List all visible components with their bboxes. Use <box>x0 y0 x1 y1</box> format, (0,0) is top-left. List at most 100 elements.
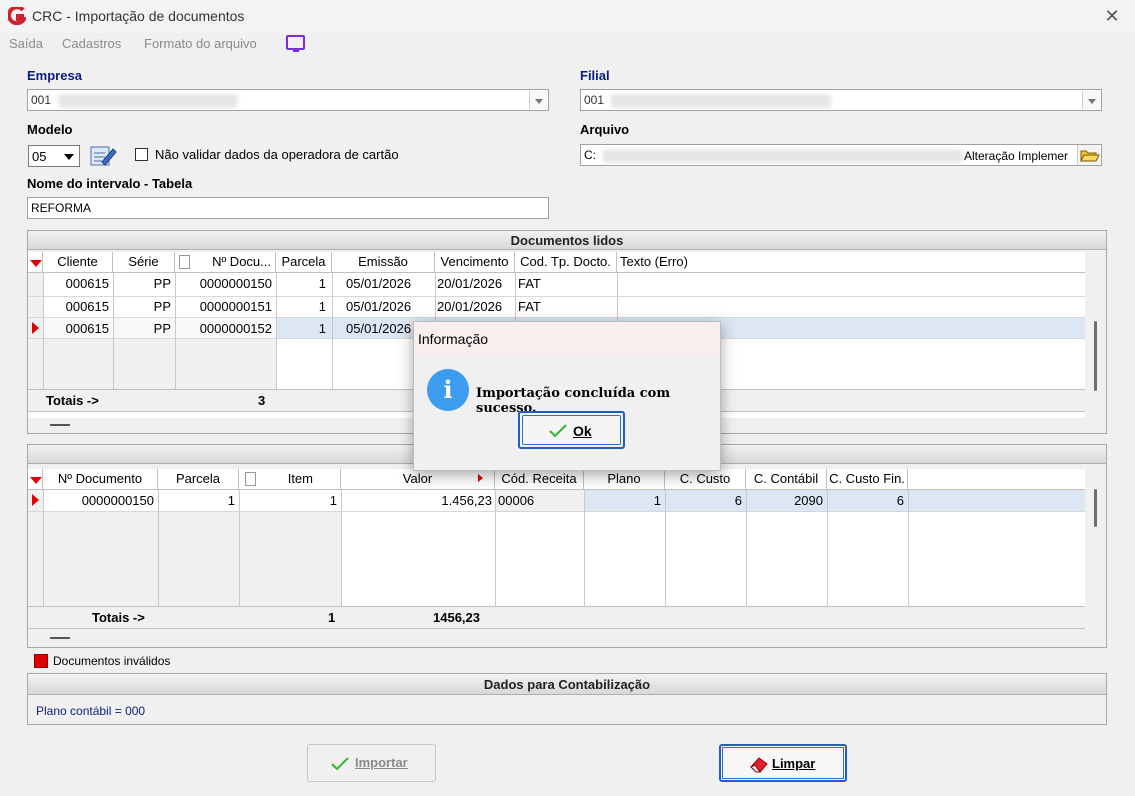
vertical-scrollbar[interactable] <box>1094 489 1097 527</box>
cell-cod-receita[interactable]: 00006 <box>498 493 582 508</box>
totals-count: 1 <box>328 610 336 625</box>
menu-cadastros[interactable]: Cadastros <box>62 36 121 51</box>
app-logo-icon <box>6 5 28 26</box>
cell-cod-tp-docto[interactable]: FAT <box>518 276 614 291</box>
filial-value: 001 <box>584 93 605 107</box>
col-c-contabil[interactable]: C. Contábil <box>746 469 827 490</box>
totals-value: 1456,23 <box>433 610 480 625</box>
cell-cliente[interactable]: 000615 <box>43 276 109 291</box>
document-icon <box>179 255 190 269</box>
cell-cliente[interactable]: 000615 <box>43 299 109 314</box>
close-window-button[interactable]: ✕ <box>1098 4 1126 28</box>
sort-indicator-icon <box>30 477 42 484</box>
cell-parcela[interactable]: 1 <box>276 299 326 314</box>
ok-label: Ok <box>573 423 592 439</box>
cell-nr-documento[interactable]: 0000000150 <box>175 276 272 291</box>
monitor-icon[interactable] <box>286 35 305 52</box>
col-parcela[interactable]: Parcela <box>276 252 332 273</box>
nao-validar-checkbox[interactable] <box>135 148 148 161</box>
nao-validar-label: Não validar dados da operadora de cartão <box>155 147 399 162</box>
intervalo-input[interactable]: REFORMA <box>27 197 549 219</box>
documentos-panel-title: Documentos lidos <box>28 231 1106 250</box>
cell-parcela[interactable]: 1 <box>158 493 235 508</box>
dialog-title: Informação <box>418 331 489 347</box>
totals-label: Totais -> <box>46 393 99 408</box>
cell-serie[interactable]: PP <box>113 276 171 291</box>
cell-nr-documento[interactable]: 0000000150 <box>43 493 154 508</box>
cell-vencimento[interactable]: 20/01/2026 <box>437 299 515 314</box>
cell-plano[interactable]: 1 <box>584 493 661 508</box>
cell-c-custo-fin[interactable]: 6 <box>827 493 904 508</box>
vertical-scrollbar[interactable] <box>1094 321 1097 391</box>
cell-c-custo[interactable]: 6 <box>665 493 742 508</box>
empresa-select[interactable]: 001 <box>27 89 549 111</box>
totals-count: 3 <box>258 393 266 408</box>
contabilizacao-title: Dados para Contabilização <box>28 674 1106 695</box>
limpar-button[interactable]: Limpar <box>719 744 847 782</box>
col-cod-receita[interactable]: Cód. Receita <box>495 469 584 490</box>
cell-parcela[interactable]: 1 <box>276 321 326 336</box>
itens-panel: Nº Documento Parcela Item Valor Cód. Rec… <box>27 444 1107 648</box>
redacted-text <box>603 149 963 163</box>
col-emissao[interactable]: Emissão <box>332 252 435 273</box>
col-texto-erro[interactable]: Texto (Erro) <box>617 252 1085 273</box>
col-cliente[interactable]: Cliente <box>43 252 113 273</box>
cell-serie[interactable]: PP <box>113 321 171 336</box>
info-icon: i <box>427 369 469 411</box>
empresa-value: 001 <box>31 93 52 107</box>
cell-emissao[interactable]: 05/01/2026 <box>346 276 434 291</box>
col-cod-tp-docto[interactable]: Cod. Tp. Docto. <box>515 252 617 273</box>
current-row-indicator-icon <box>32 322 39 334</box>
cell-item[interactable]: 1 <box>239 493 337 508</box>
cell-cliente[interactable]: 000615 <box>43 321 109 336</box>
edit-model-button[interactable] <box>88 142 118 169</box>
filial-select[interactable]: 001 <box>580 89 1102 111</box>
cell-parcela[interactable]: 1 <box>276 276 326 291</box>
contabilizacao-panel: Dados para Contabilização <box>27 673 1107 725</box>
empresa-label: Empresa <box>27 68 82 83</box>
ok-button[interactable]: Ok <box>518 411 625 449</box>
col-serie[interactable]: Série <box>113 252 175 273</box>
col-nr-documento[interactable]: Nº Documento <box>43 469 158 490</box>
itens-grid[interactable]: Nº Documento Parcela Item Valor Cód. Rec… <box>28 469 1085 629</box>
col-plano[interactable]: Plano <box>584 469 665 490</box>
cell-cod-tp-docto[interactable]: FAT <box>518 299 614 314</box>
grid-collapse-handle[interactable] <box>50 424 70 426</box>
importar-button[interactable]: Importar <box>307 744 436 782</box>
col-c-custo-fin[interactable]: C. Custo Fin. <box>827 469 908 490</box>
chevron-down-icon[interactable] <box>529 91 547 109</box>
cell-emissao[interactable]: 05/01/2026 <box>346 299 434 314</box>
col-c-custo[interactable]: C. Custo <box>665 469 746 490</box>
redacted-text <box>58 94 238 108</box>
col-valor[interactable]: Valor <box>341 469 495 490</box>
intervalo-label: Nome do intervalo - Tabela <box>27 176 193 191</box>
menu-saida[interactable]: Saída <box>9 36 43 51</box>
document-icon <box>245 472 256 486</box>
cell-vencimento[interactable]: 20/01/2026 <box>437 276 515 291</box>
col-nr-documento[interactable]: Nº Docu... <box>175 252 276 273</box>
cell-nr-documento[interactable]: 0000000151 <box>175 299 272 314</box>
cell-valor[interactable]: 1.456,23 <box>341 493 492 508</box>
cell-serie[interactable]: PP <box>113 299 171 314</box>
chevron-down-icon[interactable] <box>61 148 77 164</box>
cell-c-contabil[interactable]: 2090 <box>746 493 823 508</box>
modelo-select[interactable]: 05 <box>28 145 80 167</box>
arquivo-prefix: C: <box>584 148 596 162</box>
chevron-down-icon[interactable] <box>1082 91 1100 109</box>
cell-nr-documento[interactable]: 0000000152 <box>175 321 272 336</box>
check-icon <box>331 757 349 771</box>
menu-formato-arquivo[interactable]: Formato do arquivo <box>144 36 257 51</box>
folder-open-icon[interactable] <box>1077 145 1100 165</box>
grid-collapse-handle[interactable] <box>50 637 70 639</box>
menu-bar: Saída Cadastros Formato do arquivo <box>0 33 1135 55</box>
plano-contabil-text: Plano contábil = 000 <box>36 704 146 718</box>
current-row-indicator-icon <box>32 494 39 506</box>
dialog-title-bar[interactable]: Informação <box>414 322 720 354</box>
sort-indicator-icon <box>30 260 42 267</box>
col-vencimento[interactable]: Vencimento <box>435 252 515 273</box>
arquivo-input[interactable]: C: Alteração Implemer <box>580 144 1102 166</box>
grid-empty-area <box>43 339 276 389</box>
row-indicator-column <box>28 490 43 606</box>
redacted-text <box>611 94 831 108</box>
col-parcela[interactable]: Parcela <box>158 469 239 490</box>
